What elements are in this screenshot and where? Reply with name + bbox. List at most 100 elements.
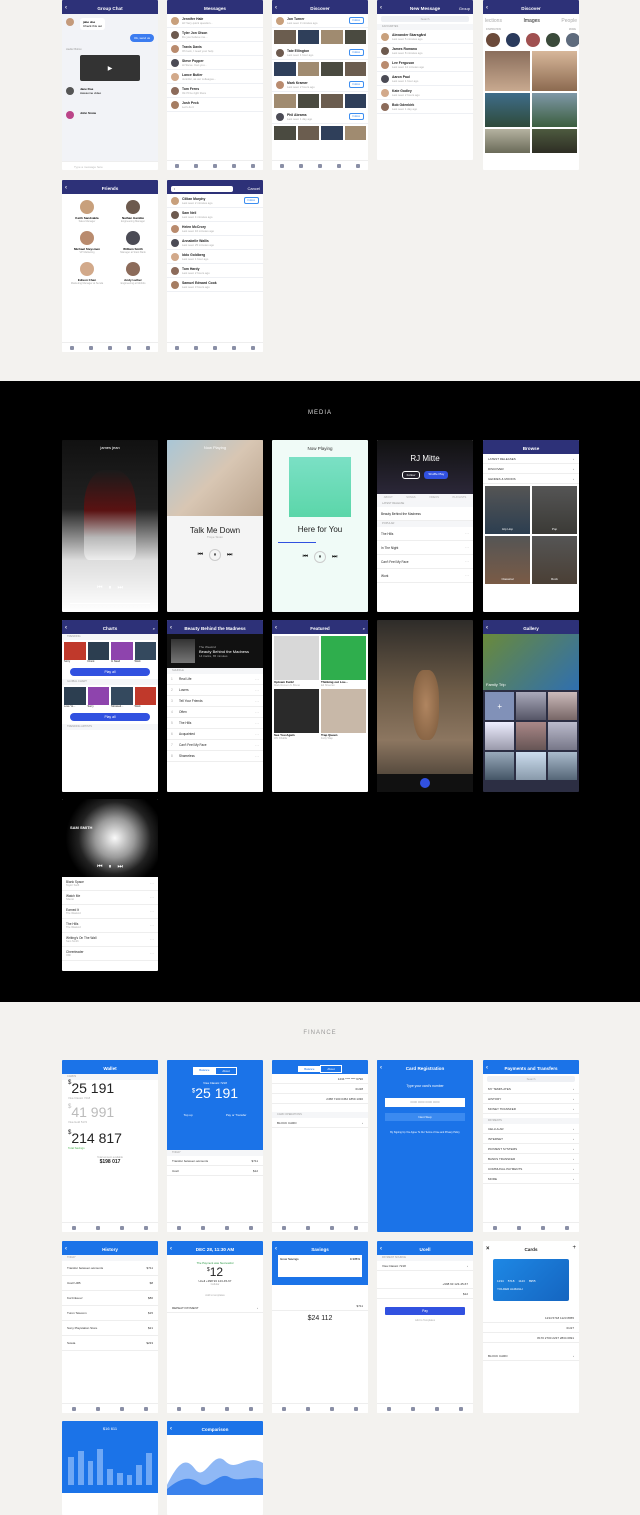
more-icon[interactable]: ⋯ — [465, 531, 469, 536]
follow-button[interactable]: Follow — [348, 17, 364, 24]
tab-icon[interactable] — [435, 1406, 439, 1411]
cancel-button[interactable]: Cancel — [248, 186, 260, 191]
grid-image[interactable] — [547, 752, 577, 780]
genre-tile[interactable]: Pop — [532, 486, 577, 534]
tab-icon[interactable] — [127, 345, 132, 350]
featured-item[interactable]: Thinking out Lou... Ed Sheeran — [321, 636, 366, 687]
list-item[interactable]: Annabelle Wallis Last seen 25 minutes ago — [167, 236, 263, 250]
photo-thumb[interactable] — [344, 30, 366, 44]
inspiration-thumb[interactable] — [546, 33, 560, 47]
pause-icon[interactable]: ⏸ — [108, 585, 111, 592]
list-item[interactable]: Tom Hardy Last seen 2 hours ago — [167, 264, 263, 278]
tab-icon[interactable] — [330, 1406, 334, 1411]
more-icon[interactable]: ⋯ — [255, 743, 259, 748]
photo-thumb[interactable] — [274, 126, 296, 140]
tab-icon[interactable] — [144, 1406, 148, 1411]
tab-icon[interactable] — [174, 163, 179, 168]
featured-item[interactable]: Uptown Funk! Mark Ronson ft. Bruno — [274, 636, 319, 687]
source-card-row[interactable]: Visa Classic 7218 › — [377, 1261, 473, 1271]
tab-icon[interactable] — [225, 1406, 229, 1411]
chart-album[interactable]: Sorry — [87, 687, 109, 708]
list-item[interactable]: Cillian Murphy Last seen 2 minutes ago Fol… — [167, 194, 263, 208]
grid-image[interactable] — [547, 722, 577, 750]
list-item[interactable]: Phil Abrams Last seen 1 day ago Follow — [272, 110, 368, 124]
track-row[interactable]: 6 Acquainted ⋯ — [167, 729, 263, 740]
previous-icon[interactable]: ⏮ — [97, 585, 102, 592]
list-item[interactable]: Lance Butler Jennifer, as our colleague..… — [167, 70, 263, 84]
list-item[interactable]: Aaron Paul Last seen 1 hour ago — [377, 72, 473, 86]
back-icon[interactable]: ‹ — [486, 625, 488, 632]
payment-category[interactable]: INTERNET › — [483, 1134, 579, 1144]
track-row[interactable]: 8 Shameless ⋯ — [167, 751, 263, 762]
follow-button[interactable]: Follow — [401, 471, 421, 479]
tab-icon[interactable] — [146, 345, 151, 350]
tab-icon[interactable] — [72, 1225, 76, 1230]
block-card-row[interactable]: BLOCK CARD › — [483, 1351, 579, 1361]
photo-thumb[interactable] — [344, 126, 366, 140]
card-number-input[interactable]: 0000 0000 0000 0000 — [385, 1098, 465, 1107]
list-item[interactable]: Helen McCrory Last seen 10 minutes ago — [167, 222, 263, 236]
follow-button[interactable]: Follow — [348, 81, 364, 88]
grid-image[interactable] — [516, 722, 546, 750]
photo-thumb[interactable] — [321, 126, 343, 140]
next-icon[interactable]: ⏭ — [118, 585, 123, 592]
previous-icon[interactable]: ⏮ — [198, 552, 203, 559]
more-icon[interactable]: ⋯ — [150, 881, 154, 886]
track-row[interactable]: 1 Real Life ⋯ — [167, 674, 263, 685]
transaction-row[interactable]: Turon Telecom $15 — [62, 1306, 158, 1321]
grid-image[interactable] — [532, 51, 577, 91]
list-item[interactable]: Jon Turner Last seen 3 minutes ago Follow — [272, 14, 368, 28]
more-icon[interactable]: ⋯ — [150, 937, 154, 942]
list-item[interactable]: Travis Davis Oh look, I need your help — [167, 42, 263, 56]
transaction-row[interactable]: Ucell UZB $8 — [62, 1276, 158, 1291]
latest-album[interactable]: Beauty Behind the Madness — [377, 507, 473, 521]
tab-icon[interactable] — [541, 1225, 545, 1230]
grid-image[interactable] — [516, 752, 546, 780]
more-icon[interactable]: ⋯ — [255, 710, 259, 715]
payment-menu-item[interactable]: MY TEMPLATES › — [483, 1084, 579, 1094]
search-icon[interactable]: ⌕ — [153, 626, 155, 631]
credit-card[interactable]: 1234 5718 1123 8955 YOLDER ALMAGH — [493, 1259, 569, 1301]
chart-album[interactable]: Sorry — [64, 642, 86, 663]
follow-button[interactable]: Follow — [243, 197, 259, 204]
list-item[interactable]: Tate Ellington Last seen 1 hour ago Follow — [272, 46, 368, 60]
back-icon[interactable]: ‹ — [170, 1426, 172, 1433]
more-icon[interactable]: ⋯ — [150, 895, 154, 900]
more-icon[interactable]: ⋯ — [150, 951, 154, 956]
back-icon[interactable]: ‹ — [275, 1246, 277, 1253]
tab-icon[interactable] — [306, 1406, 310, 1411]
track-row[interactable]: 4 Often ⋯ — [167, 707, 263, 718]
follow-button[interactable]: Follow — [348, 113, 364, 120]
add-photo-icon[interactable]: + — [485, 692, 515, 720]
tab-icon[interactable] — [249, 1225, 253, 1230]
close-icon[interactable]: × — [486, 1246, 490, 1253]
tab-icon[interactable] — [298, 163, 303, 168]
photo-thumb[interactable] — [274, 30, 296, 44]
tab-icon[interactable] — [193, 345, 198, 350]
transaction-row[interactable]: Sowta $233 — [62, 1336, 158, 1351]
top-up-button[interactable]: Top up — [184, 1113, 193, 1117]
photo-thumb[interactable] — [297, 94, 319, 108]
song-row[interactable]: In The Night ⋯ — [377, 541, 473, 555]
shuffle-play-button[interactable]: Shuffle Play — [424, 471, 449, 479]
photo-thumb[interactable] — [297, 126, 319, 140]
tab-icon[interactable] — [225, 1225, 229, 1230]
chart-album[interactable]: Stressed... — [111, 687, 133, 708]
friend-card[interactable]: Nathan Gamble Engineering Manager — [110, 198, 156, 223]
list-item[interactable]: Sam Neil Last seen 4 minutes ago — [167, 208, 263, 222]
chart-album[interactable]: Work — [134, 642, 156, 663]
tab-songs[interactable]: SONGS — [406, 496, 415, 499]
genre-tile[interactable]: Classical — [485, 536, 530, 584]
browse-item[interactable]: DISCOVER › — [483, 464, 579, 474]
tab-icon[interactable] — [232, 345, 237, 350]
payment-category[interactable]: COMMUNAL PAYMENTS › — [483, 1164, 579, 1174]
tab-videos[interactable]: VIDEOS — [429, 496, 439, 499]
tab-icon[interactable] — [306, 1225, 310, 1230]
tab-balance[interactable]: Balance — [298, 1065, 321, 1072]
tab-collections[interactable]: lections — [485, 18, 502, 24]
chart-album[interactable]: In Need — [111, 642, 133, 663]
tab-playlists[interactable]: PLAYLISTS — [453, 496, 467, 499]
tab-icon[interactable] — [517, 1225, 521, 1230]
track-row[interactable]: 5 The Hills ⋯ — [167, 718, 263, 729]
tab-icon[interactable] — [317, 163, 322, 168]
